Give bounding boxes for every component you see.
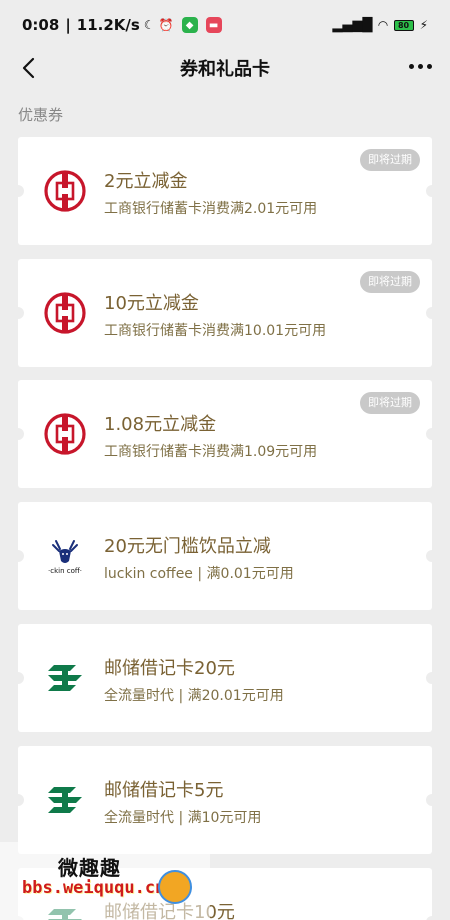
- more-dot-icon: [427, 64, 432, 69]
- battery-icon: 80: [393, 19, 414, 31]
- charging-icon: ⚡: [419, 18, 428, 32]
- status-right: ▂▄▆█ ◠ 80 ⚡: [332, 18, 428, 33]
- battery-level: 80: [397, 20, 410, 30]
- coupon-description: 全流量时代 | 满20.01元可用: [104, 688, 284, 704]
- section-label: 优惠券: [18, 106, 64, 124]
- message-app-icon: ▬: [205, 17, 222, 33]
- expiring-badge: 即将过期: [360, 271, 420, 293]
- coupon-title: 1.08元立减金: [104, 414, 217, 435]
- status-network-speed: 11.2K/s: [76, 16, 140, 34]
- coupon-title: 邮储借记卡20元: [104, 658, 235, 679]
- luckin-logo-icon: ·ckin coff·: [40, 531, 90, 581]
- mascot-icon: [158, 870, 192, 904]
- coupon-title: 邮储借记卡5元: [104, 780, 224, 801]
- alarm-icon: ⏰: [158, 18, 174, 32]
- coupon-description: luckin coffee | 满0.01元可用: [104, 566, 294, 582]
- nav-bar: 券和礼品卡: [0, 50, 450, 86]
- icbc-logo-icon: [40, 288, 90, 338]
- more-options-button[interactable]: [409, 64, 432, 69]
- postal-savings-logo-icon: [40, 653, 90, 703]
- status-separator: |: [65, 16, 71, 34]
- coupon-card[interactable]: ·ckin coff· 20元无门槛饮品立减 luckin coffee | 满…: [12, 502, 438, 610]
- coupon-description: 工商银行储蓄卡消费满10.01元可用: [104, 323, 327, 339]
- expiring-badge: 即将过期: [360, 392, 420, 414]
- coupon-description: 全流量时代 | 满10元可用: [104, 810, 262, 826]
- status-left: 0:08 | 11.2K/s ☾ ⏰ ◆ ▬: [22, 16, 222, 34]
- coupon-title: 2元立减金: [104, 171, 188, 192]
- shield-app-icon: ◆: [181, 17, 198, 33]
- back-button[interactable]: [14, 54, 42, 82]
- coupon-description: 工商银行储蓄卡消费满1.09元可用: [104, 444, 318, 460]
- coupon-card[interactable]: 10元立减金 工商银行储蓄卡消费满10.01元可用 即将过期: [12, 259, 438, 367]
- postal-savings-logo-icon: [40, 775, 90, 825]
- more-dot-icon: [418, 64, 423, 69]
- icbc-logo-icon: [40, 409, 90, 459]
- coupon-card[interactable]: 邮储借记卡5元 全流量时代 | 满10元可用: [12, 746, 438, 854]
- status-bar: 0:08 | 11.2K/s ☾ ⏰ ◆ ▬ ▂▄▆█ ◠ 80 ⚡: [0, 0, 450, 50]
- luckin-logo-text: ·ckin coff·: [48, 567, 82, 575]
- page-title: 券和礼品卡: [180, 59, 270, 80]
- coupon-card[interactable]: 1.08元立减金 工商银行储蓄卡消费满1.09元可用 即将过期: [12, 380, 438, 488]
- signal-icon: ▂▄▆█: [332, 17, 373, 33]
- chevron-left-icon: [22, 57, 35, 79]
- coupon-card[interactable]: 邮储借记卡20元 全流量时代 | 满20.01元可用: [12, 624, 438, 732]
- icbc-logo-icon: [40, 166, 90, 216]
- watermark-url: bbs.weiququ.cn: [22, 878, 166, 898]
- coupon-title: 20元无门槛饮品立减: [104, 536, 271, 557]
- coupon-card[interactable]: 2元立减金 工商银行储蓄卡消费满2.01元可用 即将过期: [12, 137, 438, 245]
- watermark-title: 微趣趣: [58, 856, 121, 880]
- status-time: 0:08: [22, 16, 60, 34]
- coupon-description: 工商银行储蓄卡消费满2.01元可用: [104, 201, 318, 217]
- moon-icon: ☾: [143, 18, 155, 32]
- coupon-title: 10元立减金: [104, 293, 199, 314]
- more-dot-icon: [409, 64, 414, 69]
- wifi-icon: ◠: [378, 18, 388, 32]
- expiring-badge: 即将过期: [360, 149, 420, 171]
